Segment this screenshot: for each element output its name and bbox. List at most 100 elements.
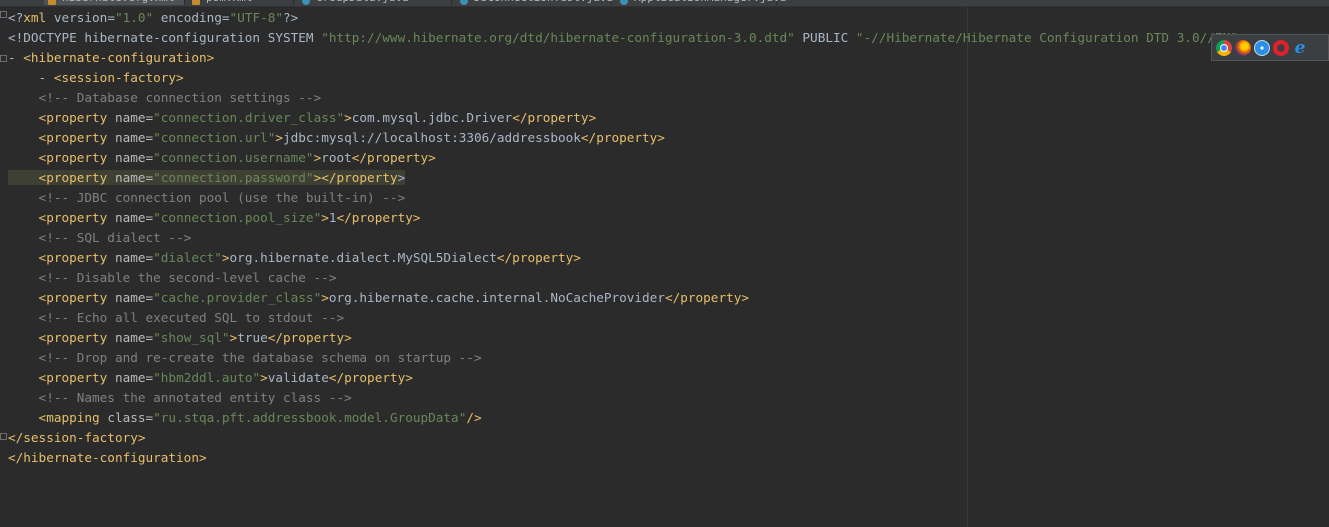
- ie-icon[interactable]: e: [1292, 39, 1308, 56]
- code-token: </property>: [336, 210, 421, 225]
- code-token: name=: [114, 150, 154, 165]
- code-line[interactable]: <property name="show_sql">true</property…: [8, 328, 352, 348]
- code-line[interactable]: - <hibernate-configuration>: [8, 48, 214, 68]
- code-token: validate: [267, 370, 329, 385]
- code-line[interactable]: <property name="connection.driver_class"…: [8, 108, 597, 128]
- code-line[interactable]: <!-- Drop and re-create the database sch…: [8, 348, 482, 368]
- code-token: "connection.url": [153, 130, 276, 145]
- code-token: <property: [8, 130, 115, 145]
- code-token: com.mysql.jdbc.Driver: [351, 110, 513, 125]
- code-token: <!-- JDBC connection pool (use the built…: [8, 190, 406, 205]
- code-line[interactable]: <!-- Disable the second-level cache -->: [8, 268, 337, 288]
- code-token: >: [321, 290, 329, 305]
- code-token: ?>: [283, 10, 299, 25]
- code-token: </property>: [267, 330, 352, 345]
- code-line[interactable]: <!DOCTYPE hibernate-configuration SYSTEM…: [8, 28, 1245, 48]
- code-token: </hibernate-configuration>: [8, 450, 207, 465]
- code-line[interactable]: <!-- SQL dialect -->: [8, 228, 192, 248]
- code-token: <mapping: [8, 410, 108, 425]
- code-token: <session-factory>: [53, 70, 184, 85]
- code-line[interactable]: <property name="connection.url">jdbc:mys…: [8, 128, 665, 148]
- editor-tab[interactable]: pom.xml: [188, 0, 294, 5]
- code-token: "connection.password": [153, 170, 314, 185]
- code-token: <!-- Names the annotated entity class --…: [8, 390, 352, 405]
- code-token: "connection.driver_class": [153, 110, 345, 125]
- code-token: >: [321, 210, 329, 225]
- code-token: org.hibernate.dialect.MySQL5Dialect: [229, 250, 497, 265]
- caret-line-highlight: <property name="connection.password"></p…: [8, 170, 406, 185]
- code-token: encoding=: [153, 10, 230, 25]
- editor-tab-label: pom.xml: [206, 0, 252, 5]
- code-line[interactable]: </hibernate-configuration>: [8, 448, 207, 468]
- fold-gutter: [0, 7, 8, 527]
- code-token: <property: [8, 290, 115, 305]
- code-token: name=: [114, 170, 154, 185]
- code-token: name=: [114, 290, 154, 305]
- code-line[interactable]: <property name="connection.password"></p…: [8, 168, 406, 188]
- code-token: <property: [8, 150, 115, 165]
- editor-tab-label: DbConnectionTest.java: [474, 0, 613, 5]
- code-token: />: [466, 410, 482, 425]
- editor-tab-label: ApplicationManager.java: [634, 0, 786, 5]
- code-token: >: [221, 250, 230, 265]
- code-line[interactable]: <property name="connection.pool_size">1<…: [8, 208, 421, 228]
- code-line[interactable]: <property name="dialect">org.hibernate.d…: [8, 248, 581, 268]
- code-token: <!DOCTYPE hibernate-configuration SYSTEM: [8, 30, 322, 45]
- code-line[interactable]: </session-factory>: [8, 428, 146, 448]
- code-token: "show_sql": [153, 330, 230, 345]
- fold-marker-icon[interactable]: [0, 11, 7, 18]
- code-token: </property>: [496, 250, 581, 265]
- code-line[interactable]: <!-- Echo all executed SQL to stdout -->: [8, 308, 345, 328]
- code-token: "UTF-8": [229, 10, 284, 25]
- code-token: <property: [8, 110, 115, 125]
- code-token: 1: [328, 210, 337, 225]
- code-token: <!-- Echo all executed SQL to stdout -->: [8, 310, 345, 325]
- code-line[interactable]: <property name="connection.username">roo…: [8, 148, 436, 168]
- chrome-icon[interactable]: [1216, 39, 1232, 56]
- code-token: <?: [8, 10, 24, 25]
- code-token: name=: [114, 250, 154, 265]
- code-token: jdbc:mysql://localhost:3306/addressbook: [283, 130, 581, 145]
- code-editor[interactable]: <?xml version="1.0" encoding="UTF-8"?> <!…: [0, 7, 1329, 527]
- code-token: "-//Hibernate/Hibernate Configuration DT…: [855, 30, 1238, 45]
- java-class-icon: [620, 0, 628, 5]
- code-token: "http://www.hibernate.org/dtd/hibernate-…: [321, 30, 795, 45]
- code-token: name=: [114, 330, 154, 345]
- opera-icon[interactable]: [1273, 39, 1289, 56]
- code-token: "ru.stqa.pft.addressbook.model.GroupData…: [153, 410, 467, 425]
- code-token: root: [321, 150, 352, 165]
- code-line[interactable]: <?xml version="1.0" encoding="UTF-8"?>: [8, 8, 298, 28]
- safari-icon[interactable]: [1254, 39, 1270, 56]
- editor-tab[interactable]: ApplicationManager.java: [616, 0, 786, 5]
- editor-tab-bar: hibernate.cfg.xml pom.xml GroupData.java Db…: [0, 0, 1329, 7]
- editor-tab[interactable]: DbConnectionTest.java: [456, 0, 613, 5]
- editor-tab[interactable]: hibernate.cfg.xml: [44, 0, 185, 5]
- code-line[interactable]: <property name="cache.provider_class">or…: [8, 288, 749, 308]
- firefox-icon[interactable]: [1235, 39, 1251, 56]
- code-token: >: [397, 170, 406, 185]
- xml-file-icon: [48, 0, 56, 5]
- code-token: <hibernate-configuration>: [23, 50, 215, 65]
- editor-tab[interactable]: GroupData.java: [298, 0, 452, 5]
- code-token: </property>: [512, 110, 597, 125]
- fold-marker-icon[interactable]: [0, 55, 7, 62]
- fold-marker-icon[interactable]: [0, 433, 7, 440]
- code-line[interactable]: <!-- Names the annotated entity class --…: [8, 388, 352, 408]
- code-token: class=: [107, 410, 154, 425]
- code-token: >: [344, 110, 352, 125]
- code-line[interactable]: <mapping class="ru.stqa.pft.addressbook.…: [8, 408, 482, 428]
- code-token: "1.0": [114, 10, 154, 25]
- code-token: <property: [8, 170, 115, 185]
- code-line[interactable]: <!-- JDBC connection pool (use the built…: [8, 188, 406, 208]
- code-token: <property: [8, 210, 115, 225]
- code-line[interactable]: <property name="hbm2ddl.auto">validate</…: [8, 368, 413, 388]
- right-margin-guide: [967, 7, 968, 527]
- code-token: >: [260, 370, 268, 385]
- code-line[interactable]: - <session-factory>: [8, 68, 184, 88]
- code-token: org.hibernate.cache.internal.NoCacheProv…: [328, 290, 665, 305]
- code-line[interactable]: <!-- Database connection settings -->: [8, 88, 322, 108]
- code-token: name=: [114, 110, 154, 125]
- code-token: true: [237, 330, 268, 345]
- code-token: "cache.provider_class": [153, 290, 322, 305]
- code-token: </session-factory>: [8, 430, 146, 445]
